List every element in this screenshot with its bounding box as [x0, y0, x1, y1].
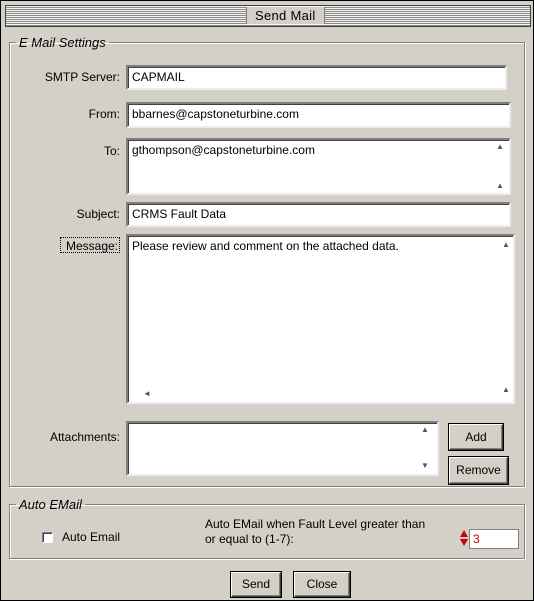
- attachments-scroll-up-icon[interactable]: [420, 425, 430, 435]
- message-label: Message:: [60, 237, 120, 253]
- fault-level-spinner[interactable]: [460, 529, 468, 547]
- email-settings-legend: E Mail Settings: [19, 35, 106, 50]
- to-scroll-up-icon[interactable]: [495, 142, 505, 152]
- from-label: From:: [88, 107, 120, 121]
- from-input[interactable]: bbarnes@capstoneturbine.com: [126, 102, 511, 128]
- attachments-scroll-down-icon[interactable]: ▼: [420, 461, 430, 471]
- send-mail-window: Send Mail E Mail Settings SMTP Server: C…: [0, 0, 534, 601]
- to-scroll-down-icon[interactable]: [495, 181, 505, 191]
- message-scroll-up-icon[interactable]: [501, 240, 511, 250]
- to-input[interactable]: gthompson@capstoneturbine.com: [126, 138, 511, 195]
- attachments-label: Attachments:: [49, 430, 120, 444]
- auto-email-checkbox[interactable]: [42, 532, 53, 543]
- message-label-text: Message:: [65, 239, 118, 253]
- message-scroll-left-icon[interactable]: ◄: [142, 389, 152, 399]
- window-title: Send Mail: [246, 7, 325, 24]
- attachments-list[interactable]: [126, 421, 439, 476]
- spinner-up-icon[interactable]: [460, 530, 468, 537]
- subject-label: Subject:: [76, 207, 120, 221]
- smtp-server-input[interactable]: CAPMAIL: [126, 65, 507, 90]
- auto-email-legend: Auto EMail: [19, 497, 82, 512]
- fault-level-description: Auto EMail when Fault Level greater than…: [205, 517, 426, 546]
- send-button[interactable]: Send: [231, 572, 281, 597]
- close-button[interactable]: Close: [294, 572, 350, 597]
- remove-button[interactable]: Remove: [449, 457, 508, 484]
- fault-level-input[interactable]: 3: [469, 529, 519, 549]
- add-button[interactable]: Add: [449, 424, 503, 450]
- smtp-server-label: SMTP Server:: [44, 70, 120, 84]
- auto-email-checkbox-label[interactable]: Auto Email: [62, 530, 120, 544]
- message-textarea[interactable]: Please review and comment on the attache…: [126, 234, 515, 404]
- to-label: To:: [103, 144, 120, 158]
- subject-input[interactable]: CRMS Fault Data: [126, 202, 511, 227]
- message-scroll-down-icon[interactable]: [501, 385, 511, 395]
- spinner-down-icon[interactable]: [460, 539, 468, 546]
- title-bar[interactable]: Send Mail: [5, 5, 531, 27]
